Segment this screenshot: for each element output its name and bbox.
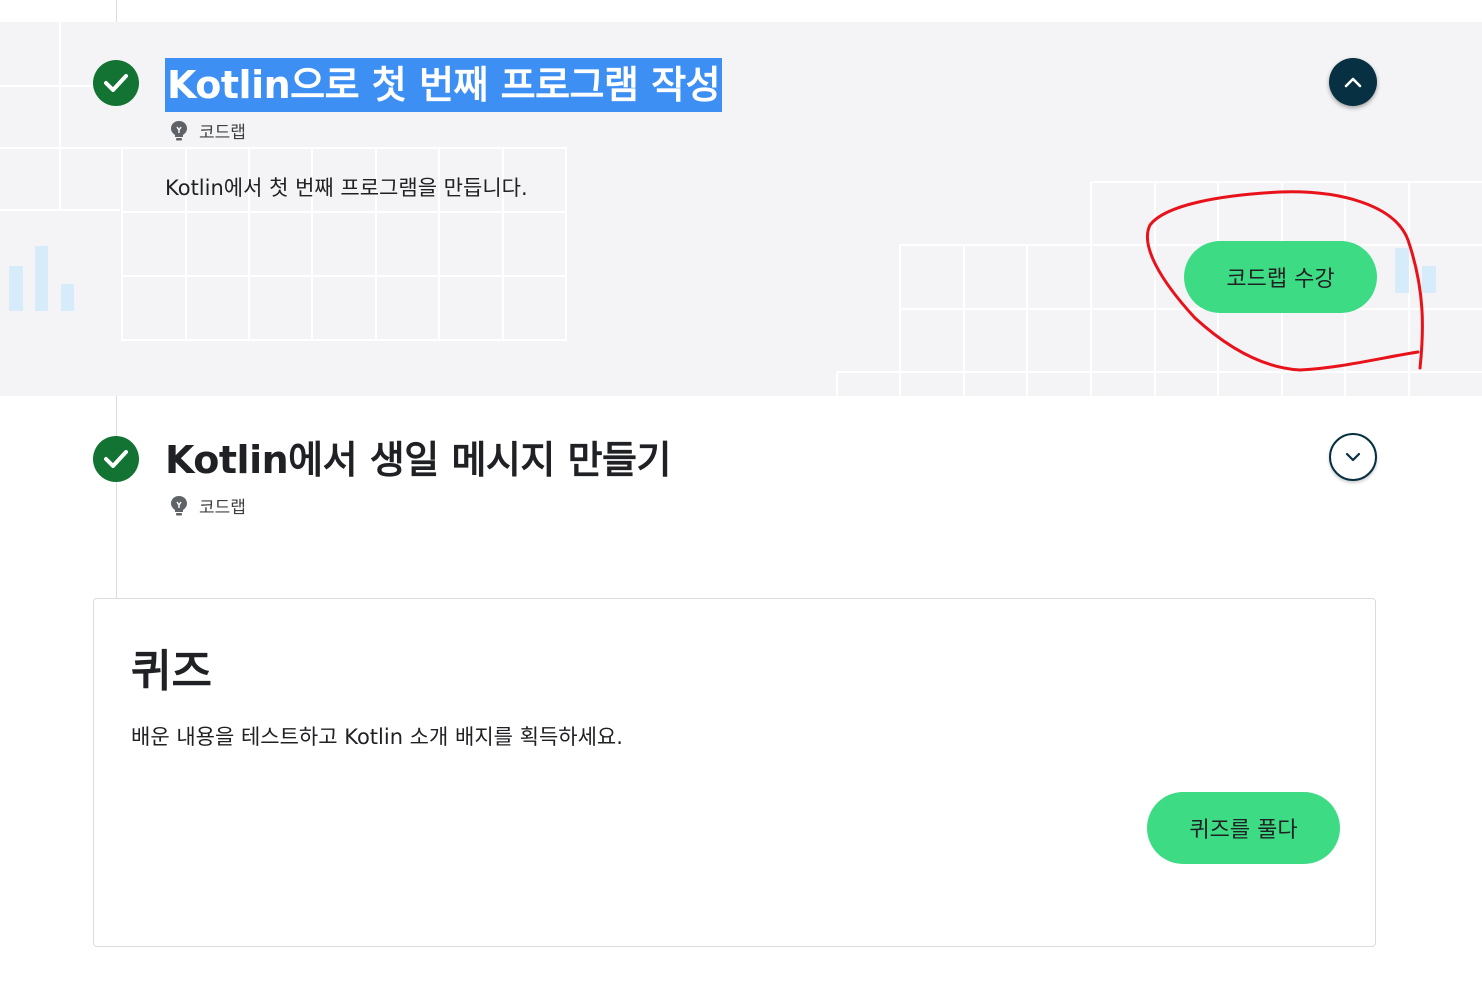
step-meta: 코드랩 xyxy=(169,118,246,143)
step-type-label: 코드랩 xyxy=(199,123,246,143)
quiz-description: 배운 내용을 테스트하고 Kotlin 소개 배지를 획득하세요. xyxy=(131,725,623,749)
quiz-card: 퀴즈 배운 내용을 테스트하고 Kotlin 소개 배지를 획득하세요. 퀴즈를… xyxy=(93,598,1376,947)
take-quiz-button[interactable]: 퀴즈를 풀다 xyxy=(1147,792,1340,864)
step-title[interactable]: Kotlin으로 첫 번째 프로그램 작성 xyxy=(165,58,723,112)
step-type-label: 코드랩 xyxy=(199,498,246,518)
step-description: Kotlin에서 첫 번째 프로그램을 만듭니다. xyxy=(165,176,528,200)
lightbulb-icon xyxy=(171,120,187,140)
chevron-up-icon xyxy=(1344,77,1362,88)
start-codelab-button[interactable]: 코드랩 수강 xyxy=(1184,241,1377,313)
check-circle-icon xyxy=(93,436,139,482)
quiz-title: 퀴즈 xyxy=(131,646,212,697)
step-title[interactable]: Kotlin에서 생일 메시지 만들기 xyxy=(165,433,671,487)
step-meta: 코드랩 xyxy=(169,493,246,518)
expand-button[interactable] xyxy=(1329,433,1377,481)
check-circle-icon xyxy=(93,60,139,106)
collapse-button[interactable] xyxy=(1329,58,1377,106)
chevron-down-icon xyxy=(1345,452,1361,462)
lightbulb-icon xyxy=(171,495,187,515)
